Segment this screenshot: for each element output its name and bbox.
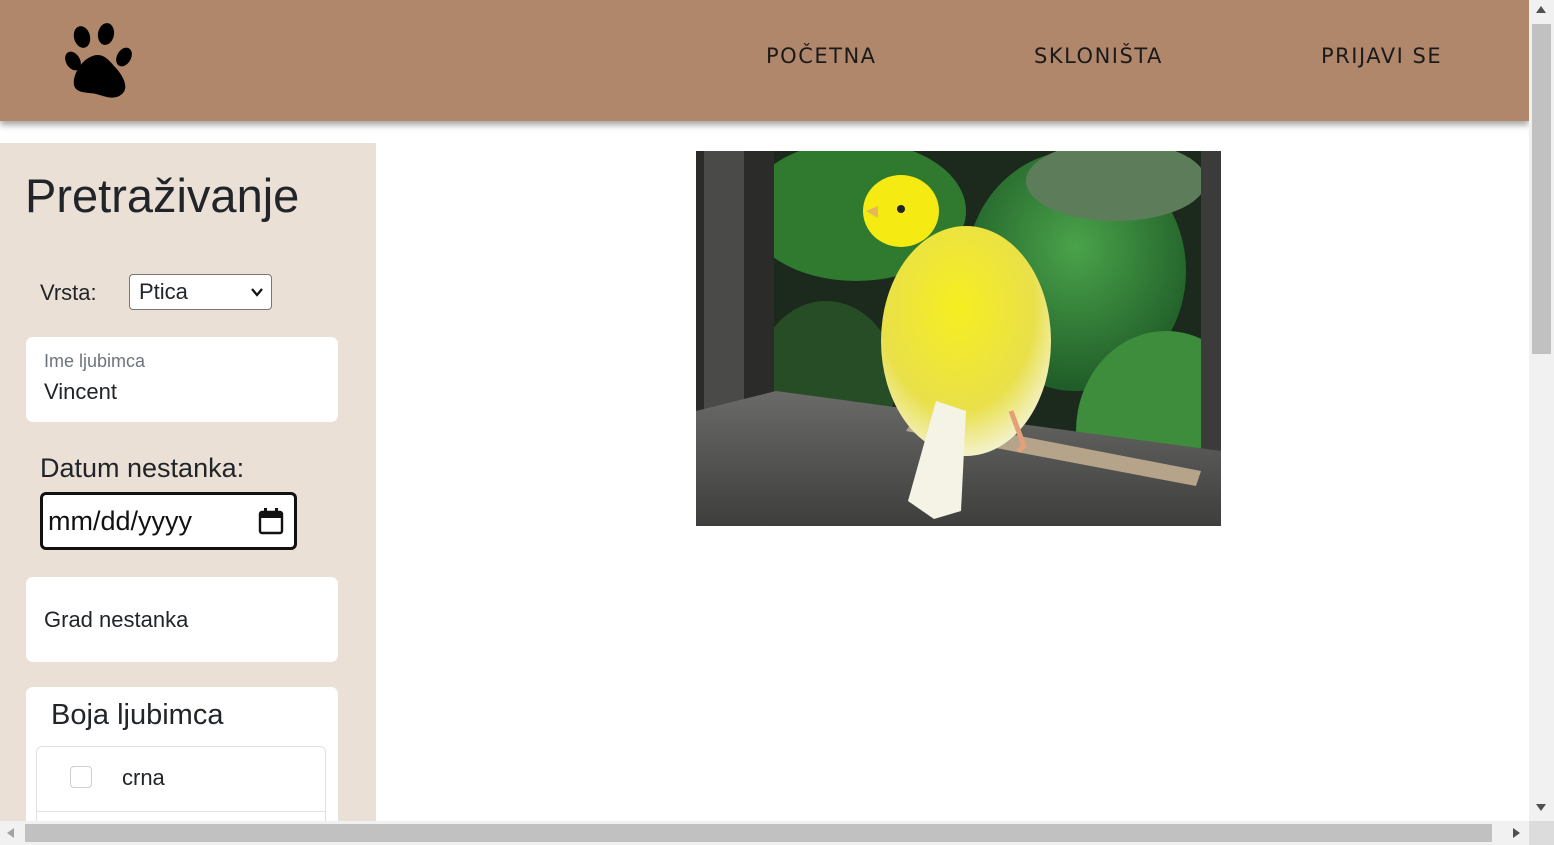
scrollbar-corner: [1529, 821, 1554, 845]
chevron-down-icon: [251, 288, 263, 297]
pet-name-field[interactable]: Ime ljubimca Vincent: [26, 337, 338, 422]
horizontal-scroll-thumb[interactable]: [25, 824, 1492, 842]
sidebar-title: Pretraživanje: [25, 169, 300, 222]
missing-date-label: Datum nestanka:: [40, 453, 245, 483]
species-label: Vrsta:: [40, 280, 97, 305]
vertical-scrollbar[interactable]: [1529, 0, 1554, 821]
pet-color-title: Boja ljubimca: [51, 699, 224, 731]
species-select[interactable]: Ptica: [129, 274, 272, 310]
color-option-crna[interactable]: crna: [37, 747, 325, 812]
pet-photo: [696, 151, 1221, 526]
scroll-up-arrow-icon[interactable]: [1536, 6, 1546, 13]
missing-date-placeholder: mm/dd/yyyy: [48, 506, 193, 536]
color-option-list: crna: [36, 746, 326, 821]
scroll-left-arrow-icon[interactable]: [7, 828, 14, 838]
color-option-label: crna: [122, 765, 165, 790]
missing-city-field[interactable]: Grad nestanka: [26, 577, 338, 662]
calendar-icon[interactable]: [258, 507, 284, 535]
paw-print-icon[interactable]: [64, 22, 136, 100]
scroll-down-arrow-icon[interactable]: [1536, 804, 1546, 811]
missing-city-placeholder: Grad nestanka: [44, 607, 189, 632]
pet-name-label: Ime ljubimca: [44, 351, 146, 371]
pet-name-value[interactable]: Vincent: [44, 379, 117, 405]
species-selected-value: Ptica: [139, 279, 188, 304]
page-viewport: POČETNA SKLONIŠTA PRIJAVI SE Pretraživan…: [0, 0, 1529, 821]
nav-link-pocetna[interactable]: POČETNA: [766, 44, 877, 68]
color-checkbox-crna[interactable]: [70, 766, 92, 788]
top-navbar: POČETNA SKLONIŠTA PRIJAVI SE: [0, 0, 1529, 121]
nav-link-prijavi-se[interactable]: PRIJAVI SE: [1321, 44, 1442, 68]
pet-color-panel: Boja ljubimca crna: [26, 687, 338, 821]
vertical-scroll-thumb[interactable]: [1532, 24, 1551, 354]
horizontal-scrollbar[interactable]: [0, 821, 1529, 845]
missing-date-input[interactable]: mm/dd/yyyy: [40, 492, 297, 550]
scroll-right-arrow-icon[interactable]: [1513, 828, 1520, 838]
nav-link-skloniste[interactable]: SKLONIŠTA: [1034, 44, 1163, 68]
canary-illustration: [696, 151, 1221, 526]
